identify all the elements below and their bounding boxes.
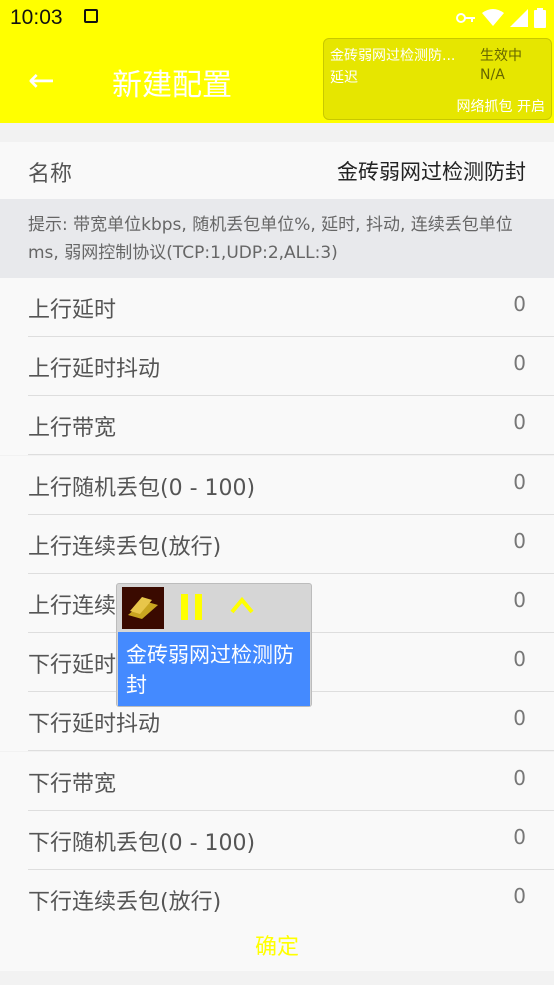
setting-label: 下行带宽 [28, 772, 117, 797]
back-arrow-icon[interactable]: ← [28, 62, 55, 98]
setting-label: 下行连续丢包(放行) [28, 890, 222, 915]
setting-value[interactable]: 0 [513, 292, 526, 316]
floating-status-panel[interactable]: 金砖弱网过检测防... 生效中 延迟 N/A 网络抓包 开启 [323, 38, 552, 120]
app-bar: 10:03 ← 新建配置 金砖弱网过检测防... 生效中 延迟 N/A 网络抓包… [0, 0, 554, 123]
app-logo-icon [122, 587, 164, 629]
status-icons [456, 8, 546, 28]
overlay-config-name: 金砖弱网过检测防封 [126, 643, 294, 697]
setting-value[interactable]: 0 [513, 529, 526, 553]
setting-row[interactable]: 下行随机丢包(0 - 100) 0 [0, 811, 554, 870]
setting-label: 上行随机丢包(0 - 100) [28, 476, 256, 501]
setting-label: 上行带宽 [28, 416, 117, 441]
setting-row[interactable]: 上行随机丢包(0 - 100) 0 [0, 456, 554, 515]
setting-row[interactable]: 上行连续丢包(放行) 0 [0, 515, 554, 574]
signal-icon [510, 9, 528, 27]
collapse-icon[interactable] [229, 594, 255, 616]
setting-row[interactable]: 上行带宽 0 [0, 396, 554, 455]
confirm-button[interactable]: 确定 [0, 929, 554, 961]
setting-label: 上行延时 [28, 298, 117, 323]
setting-value[interactable]: 0 [513, 706, 526, 730]
setting-value[interactable]: 0 [513, 410, 526, 434]
setting-value[interactable]: 0 [513, 647, 526, 671]
panel-delay-value: N/A [480, 67, 505, 83]
notification-icon [84, 9, 98, 23]
row-divider [28, 750, 554, 751]
setting-row[interactable]: 上行延时抖动 0 [0, 337, 554, 396]
setting-label: 下行延时抖动 [28, 712, 161, 737]
status-time: 10:03 [10, 6, 63, 29]
hint-text: 提示: 带宽单位kbps, 随机丢包单位%, 延时, 抖动, 连续丢包单位ms,… [28, 215, 513, 263]
setting-value[interactable]: 0 [513, 825, 526, 849]
bottom-bar: 确定 [0, 915, 554, 971]
setting-label: 上行延时抖动 [28, 357, 161, 382]
row-divider [28, 454, 554, 455]
setting-value[interactable]: 0 [513, 351, 526, 375]
panel-config-name: 金砖弱网过检测防... [330, 48, 456, 64]
panel-state: 生效中 [480, 48, 522, 64]
setting-value[interactable]: 0 [513, 588, 526, 612]
wifi-icon [482, 9, 504, 26]
floating-window[interactable]: 金砖弱网过检测防封 [116, 583, 312, 707]
setting-label: 上行连续丢包(放行) [28, 535, 222, 560]
name-row[interactable]: 名称 金砖弱网过检测防封 [0, 142, 554, 199]
pause-icon[interactable] [179, 592, 205, 622]
name-value[interactable]: 金砖弱网过检测防封 [337, 156, 526, 186]
panel-capture-status[interactable]: 网络抓包 开启 [457, 96, 545, 116]
panel-delay-label: 延迟 [330, 70, 358, 86]
setting-row[interactable]: 上行延时 0 [0, 278, 554, 337]
setting-value[interactable]: 0 [513, 470, 526, 494]
page-title: 新建配置 [112, 68, 232, 103]
battery-icon [534, 8, 546, 28]
vpn-key-icon [456, 13, 475, 23]
setting-label: 下行延时 [28, 653, 117, 678]
setting-label: 下行随机丢包(0 - 100) [28, 831, 256, 856]
setting-row[interactable]: 下行带宽 0 [0, 752, 554, 811]
setting-value[interactable]: 0 [513, 766, 526, 790]
overlay-config-panel[interactable]: 金砖弱网过检测防封 [118, 632, 310, 706]
setting-value[interactable]: 0 [513, 884, 526, 908]
name-label: 名称 [28, 162, 73, 187]
